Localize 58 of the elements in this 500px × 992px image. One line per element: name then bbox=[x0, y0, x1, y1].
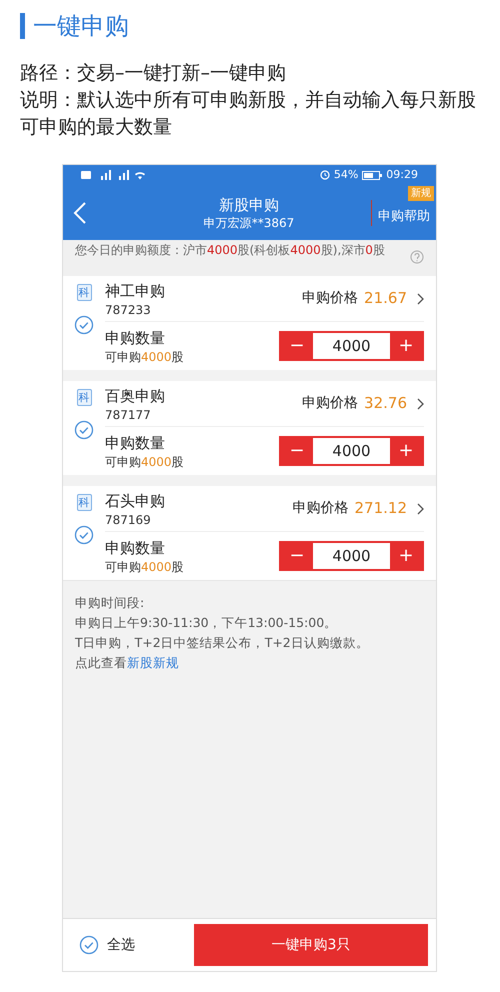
stock-code: 787169 bbox=[105, 512, 152, 528]
info-text: T日申购，T+2日中签结果公布，T+2日认购缴款。 bbox=[75, 634, 370, 652]
battery-percent: 54% bbox=[334, 166, 358, 183]
checked-circle-icon[interactable] bbox=[79, 935, 99, 955]
stock-name: 石头申购 bbox=[105, 490, 166, 512]
clock-time: 09:29 bbox=[386, 166, 418, 183]
new-rules-link[interactable]: 新股新规 bbox=[127, 653, 179, 673]
help-icon[interactable] bbox=[410, 250, 424, 264]
chevron-icon[interactable] bbox=[417, 502, 424, 514]
quota-text: 您今日的申购额度：沪市4000股(科创板4000股),深市0股 bbox=[75, 242, 386, 258]
quantity-field[interactable]: 4000 bbox=[313, 543, 390, 569]
available-text: 可申购4000股 bbox=[105, 559, 185, 575]
info-text: 申购日上午9:30-11:30，下午13:00-15:00。 bbox=[75, 614, 338, 632]
increase-button[interactable]: + bbox=[390, 543, 422, 569]
battery-icon bbox=[362, 170, 382, 180]
checked-circle-icon[interactable] bbox=[74, 420, 94, 440]
increase-button[interactable]: + bbox=[390, 438, 422, 464]
submit-button[interactable]: 一键申购3只 bbox=[194, 924, 428, 966]
stock-name: 神工申购 bbox=[105, 280, 166, 302]
quantity-field[interactable]: 4000 bbox=[313, 438, 390, 464]
new-badge: 新规 bbox=[408, 186, 434, 201]
price-label: 申购价格 bbox=[292, 499, 348, 518]
chevron-icon[interactable] bbox=[417, 398, 424, 410]
stock-name: 百奥申购 bbox=[105, 386, 166, 406]
decrease-button[interactable]: − bbox=[281, 333, 313, 359]
increase-button[interactable]: + bbox=[390, 333, 422, 359]
chevron-icon[interactable] bbox=[417, 292, 424, 304]
quantity-label: 申购数量 bbox=[105, 328, 166, 349]
stock-code: 787177 bbox=[105, 406, 152, 422]
nav-title: 新股申购 bbox=[219, 194, 279, 214]
checked-circle-icon[interactable] bbox=[74, 315, 94, 335]
intro-text: 说明：默认选中所有可申购新股，并自动输入每只新股可申购的最大数量 bbox=[20, 88, 477, 140]
stock-code: 787233 bbox=[105, 302, 152, 318]
price-label: 申购价格 bbox=[302, 394, 358, 413]
checked-circle-icon[interactable] bbox=[74, 525, 94, 545]
available-text: 可申购4000股 bbox=[105, 454, 185, 470]
price-value: 32.76 bbox=[364, 393, 407, 414]
price-value: 271.12 bbox=[354, 498, 407, 520]
alarm-icon bbox=[320, 170, 330, 180]
decrease-button[interactable]: − bbox=[281, 543, 313, 569]
quantity-field[interactable]: 4000 bbox=[313, 333, 390, 359]
info-title: 申购时间段: bbox=[75, 594, 146, 612]
info-text: 点此查看 bbox=[75, 654, 127, 672]
quantity-label: 申购数量 bbox=[105, 433, 166, 454]
account-name: 申万宏源**3867 bbox=[204, 214, 294, 230]
help-link[interactable]: 申购帮助 bbox=[372, 206, 436, 226]
board-tag: 科 bbox=[76, 494, 92, 511]
intro-text: 路径：交易–一键打新–一键申购 bbox=[20, 61, 287, 86]
price-label: 申购价格 bbox=[302, 289, 358, 308]
page-heading: 一键申购 bbox=[33, 11, 129, 42]
quantity-label: 申购数量 bbox=[105, 538, 166, 559]
available-text: 可申购4000股 bbox=[105, 349, 185, 365]
board-tag: 科 bbox=[76, 389, 92, 406]
decrease-button[interactable]: − bbox=[281, 438, 313, 464]
select-all-label[interactable]: 全选 bbox=[107, 934, 135, 956]
price-value: 21.67 bbox=[364, 288, 407, 310]
accent-bar bbox=[20, 13, 25, 39]
board-tag: 科 bbox=[76, 284, 92, 301]
